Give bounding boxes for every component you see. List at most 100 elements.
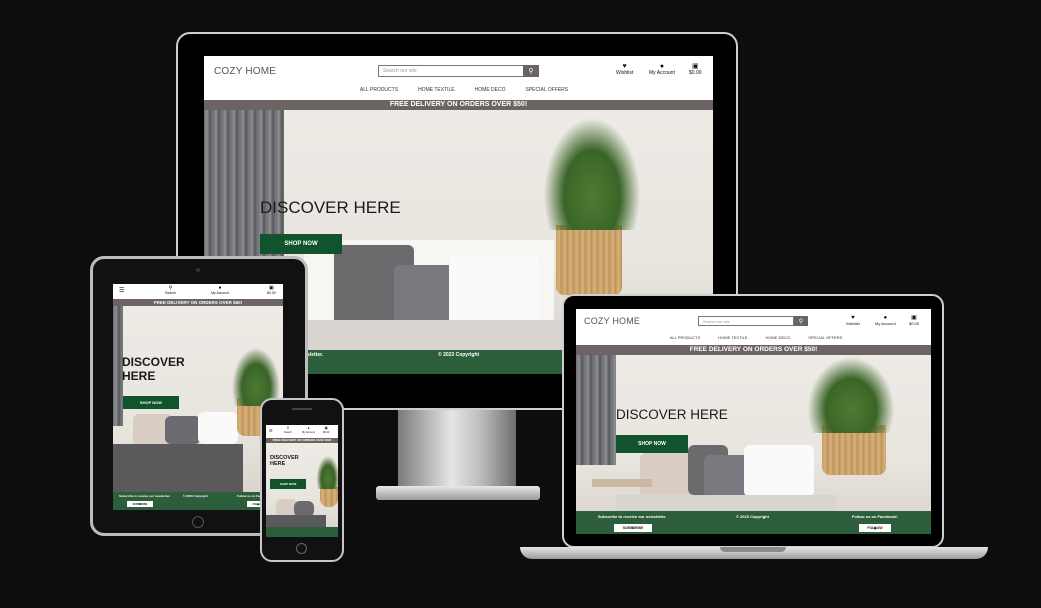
account-link[interactable]: ● My Account (302, 426, 315, 434)
site-header: COZY HOME Search our site ⚲ ♥ Wishlist ● M… (204, 56, 713, 100)
main-nav: ALL PRODUCTS HOME TEXTILE HOME DECO SPEC… (354, 87, 574, 93)
shop-now-button[interactable]: SHOP NOW (123, 396, 179, 409)
hamburger-icon[interactable]: ☰ (269, 428, 273, 433)
site-footer (266, 527, 338, 537)
cart-link[interactable]: ▣ $0.00 (909, 315, 919, 326)
account-label: My Account (302, 430, 315, 434)
cart-total: $0.00 (267, 291, 276, 295)
hero-section: DISCOVER HERE SHOP NOW (266, 443, 338, 537)
pillow-image (744, 445, 814, 497)
tablet-screen: ☰ ⚲ Search ● My Account ▣ $0.00 FREE DELIVE… (113, 284, 283, 510)
delivery-banner: FREE DELIVERY ON ORDERS OVER $50! (113, 299, 283, 306)
plant-image (542, 115, 642, 230)
search-link[interactable]: ⚲ Search (165, 286, 176, 296)
wishlist-label: Wishlist (616, 70, 634, 76)
site-logo[interactable]: COZY HOME (214, 66, 276, 77)
copyright-text: © 2023 Copyright (183, 494, 208, 498)
search-input[interactable]: Search our site (698, 316, 794, 326)
monitor-neck (398, 410, 516, 490)
laptop-screen: COZY HOME Search our site ⚲ ♥ Wishlist ● M… (576, 309, 931, 534)
site-logo[interactable]: COZY HOME (584, 316, 640, 326)
shop-now-button[interactable]: SHOP NOW (616, 435, 688, 453)
account-label: My Account (875, 321, 896, 326)
plant-image (231, 346, 281, 406)
account-link[interactable]: ● My Account (875, 315, 896, 326)
phone-home-button[interactable] (296, 543, 307, 554)
tablet-home-button[interactable] (192, 516, 204, 528)
bed-image (266, 515, 326, 527)
search-button[interactable]: ⚲ (523, 65, 539, 77)
bed-image (113, 444, 243, 494)
follow-button[interactable]: ◉ FOLLOW (859, 524, 891, 532)
cart-link[interactable]: ▣ $0.00 (267, 286, 276, 296)
site-footer: Subscribe to receive our newsletter. © 2… (576, 511, 931, 534)
follow-label: FOLLOW (867, 526, 883, 530)
site-footer: Subscribe to receive our newsletter. © 2… (113, 492, 283, 510)
hamburger-icon[interactable]: ☰ (119, 287, 124, 294)
wishlist-link[interactable]: ♥ Wishlist (616, 63, 633, 76)
hero-section: DISCOVER HERE SHOP NOW Subscribe to rece… (576, 355, 931, 534)
side-table-image (592, 479, 652, 487)
phone-speaker (292, 408, 312, 410)
hero-title: DISCOVER HERE (260, 198, 401, 217)
shop-now-button[interactable]: SHOP NOW (260, 234, 342, 254)
account-link[interactable]: ● My Account (649, 63, 675, 76)
main-nav: ALL PRODUCTS HOME TEXTILE HOME DECO SPEC… (666, 335, 846, 340)
hero-title: DISCOVER HERE (270, 455, 299, 468)
search-link[interactable]: ⚲ Search (284, 426, 292, 434)
hero-title-line1: DISCOVER (122, 355, 185, 369)
subscribe-button[interactable]: ✉ SUBSCRIBE (614, 524, 652, 532)
cart-total: $0.00 (689, 70, 702, 76)
nav-home-textile[interactable]: HOME TEXTILE (718, 335, 747, 340)
nav-home-deco[interactable]: HOME DECO (766, 335, 791, 340)
cart-link[interactable]: ▣ $0.00 (323, 426, 329, 433)
hero-section: DISCOVER HERE SHOP NOW Subscribe to rece… (113, 306, 283, 510)
heart-icon: ♥ (622, 63, 627, 70)
account-label: My Account (211, 291, 230, 295)
pillow-image (165, 416, 201, 444)
subscribe-button[interactable]: ✉ SUBSCRIBE (127, 501, 153, 507)
monitor-stand (376, 486, 540, 500)
hero-title: DISCOVER HERE (616, 407, 728, 422)
pillow-image (449, 255, 539, 325)
nav-special-offers[interactable]: SPECIAL OFFERS (526, 87, 569, 93)
basket-image (556, 225, 622, 295)
nav-all-products[interactable]: ALL PRODUCTS (670, 335, 701, 340)
search-icon: ⚲ (528, 68, 534, 75)
search-input[interactable]: Search our site (378, 65, 524, 77)
hero-title-line2: HERE (270, 461, 286, 468)
facebook-text: Follow us on Facebook! (852, 514, 898, 519)
account-link[interactable]: ● My Account (211, 286, 230, 296)
nav-all-products[interactable]: ALL PRODUCTS (360, 87, 398, 93)
site-header: COZY HOME Search our site ⚲ ♥ Wishlist ● M… (576, 309, 931, 345)
user-icon: ● (659, 63, 665, 70)
curtain-image (576, 355, 616, 465)
site-header: ☰ ⚲ Search ● My Account ▣ $0.00 (113, 284, 283, 299)
search-icon: ⚲ (798, 318, 804, 325)
account-label: My Account (649, 70, 675, 76)
site-header: ☰ ⚲ Search ● My Account ▣ $0.00 (266, 425, 338, 438)
plant-image (316, 455, 338, 489)
newsletter-text: Subscribe to receive our newsletter. (598, 514, 667, 519)
laptop-notch (720, 547, 786, 552)
pillow-image (198, 412, 238, 444)
nav-special-offers[interactable]: SPECIAL OFFERS (808, 335, 842, 340)
search-button[interactable]: ⚲ (794, 316, 808, 326)
phone-screen: ☰ ⚲ Search ● My Account ▣ $0.00 FREE DELIVE… (266, 425, 338, 537)
wishlist-link[interactable]: ♥ Wishlist (846, 315, 860, 326)
hero-title: DISCOVER HERE (122, 355, 185, 384)
copyright-text: © 2023 Copyright (438, 352, 480, 358)
bag-icon: ▣ (691, 63, 699, 70)
search-label: Search (284, 430, 292, 434)
shop-now-button[interactable]: SHOP NOW (270, 479, 306, 489)
subscribe-label: SUBSCRIBE (622, 526, 644, 530)
nav-home-deco[interactable]: HOME DECO (475, 87, 506, 93)
cart-total: $0.00 (909, 321, 920, 326)
delivery-banner: FREE DELIVERY ON ORDERS OVER $50! (204, 100, 713, 110)
wishlist-label: Wishlist (846, 321, 860, 326)
cart-link[interactable]: ▣ $0.00 (689, 63, 702, 76)
tablet-camera (196, 268, 200, 272)
basket-image (320, 487, 338, 507)
nav-home-textile[interactable]: HOME TEXTILE (418, 87, 455, 93)
delivery-banner: FREE DELIVERY ON ORDERS OVER $50! (576, 345, 931, 355)
